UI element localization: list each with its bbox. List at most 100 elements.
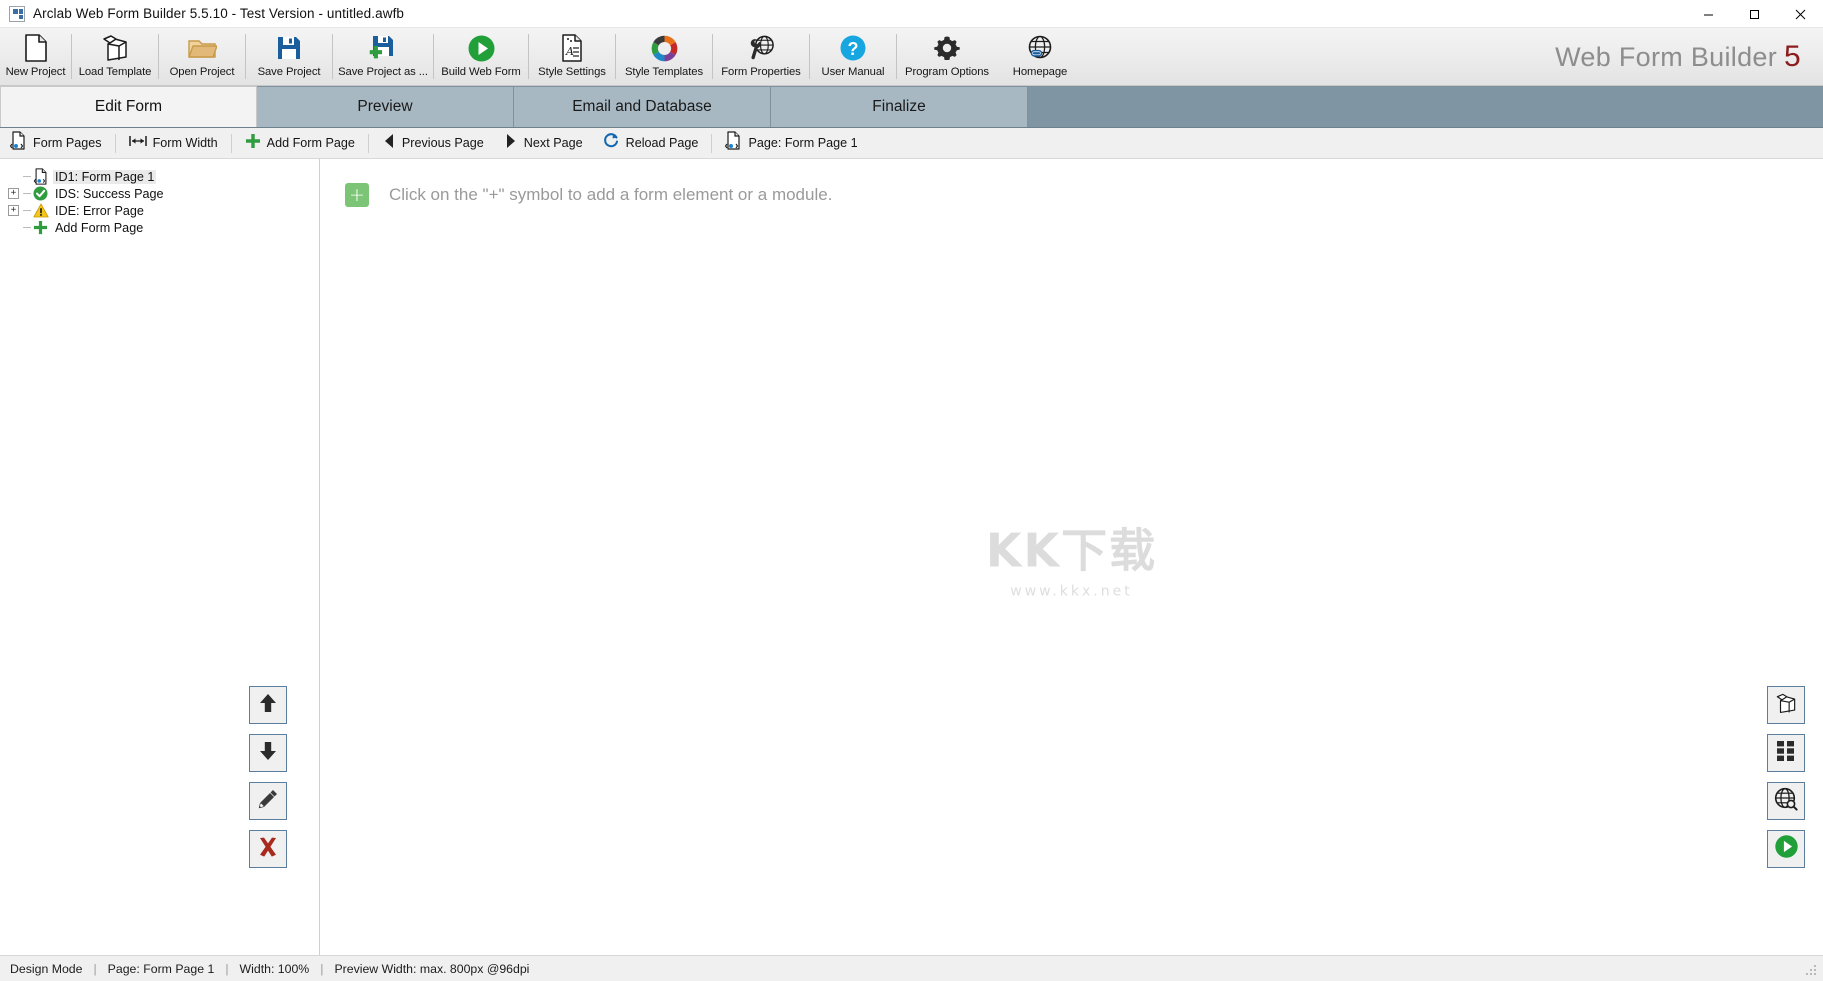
- toolbar-label: Save Project as ...: [338, 66, 428, 78]
- subtoolbar-divider: [114, 133, 116, 153]
- minimize-button[interactable]: [1685, 0, 1731, 28]
- load-template-button[interactable]: [1767, 686, 1805, 724]
- tab-label: Edit Form: [94, 98, 163, 115]
- add-form-page-button[interactable]: Add Form Page: [235, 128, 365, 159]
- globe-link-icon: [1026, 33, 1054, 63]
- reload-circle-icon: [603, 132, 620, 154]
- previous-page-button[interactable]: Previous Page: [372, 128, 494, 159]
- tab-email-and-database[interactable]: Email and Database: [514, 86, 771, 127]
- success-check-icon: [32, 186, 49, 201]
- expander-icon[interactable]: +: [8, 188, 19, 199]
- subtoolbar-label: Form Pages: [33, 136, 102, 150]
- save-project-as-button[interactable]: Save Project as ...: [333, 28, 433, 85]
- svg-text:?: ?: [848, 39, 859, 59]
- main-toolbar: New Project Load Template Open Project S…: [0, 28, 1823, 86]
- toolbar-label: Homepage: [1012, 66, 1068, 78]
- tree-connector: ─: [23, 221, 31, 234]
- question-help-icon: ?: [839, 33, 867, 63]
- form-properties-button[interactable]: Form Properties: [713, 28, 809, 85]
- load-template-button[interactable]: Load Template: [72, 28, 158, 85]
- toolbar-label: Style Settings: [538, 66, 606, 78]
- build-button[interactable]: [1767, 830, 1805, 868]
- toolbar-label: Save Project: [257, 66, 321, 78]
- form-width-button[interactable]: Form Width: [119, 128, 228, 159]
- delete-button[interactable]: [249, 830, 287, 868]
- window-title: Arclab Web Form Builder 5.5.10 - Test Ve…: [33, 6, 405, 21]
- subtoolbar-label: Page: Form Page 1: [748, 136, 858, 150]
- element-actions-toolbar: [249, 686, 287, 868]
- svg-text:A: A: [565, 45, 574, 58]
- homepage-button[interactable]: Homepage: [997, 28, 1083, 85]
- subtoolbar-label: Previous Page: [401, 136, 484, 150]
- status-bar: Design Mode | Page: Form Page 1 | Width:…: [0, 955, 1823, 981]
- brand-logo: Web Form Builder 5: [1555, 40, 1801, 74]
- add-element-button[interactable]: +: [345, 183, 369, 207]
- tab-label: Finalize: [872, 98, 926, 115]
- open-project-button[interactable]: Open Project: [159, 28, 245, 85]
- app-icon: [9, 5, 25, 22]
- preview-web-button[interactable]: [1767, 782, 1805, 820]
- secondary-toolbar: Form Pages Form Width Add Form Page Prev…: [0, 128, 1823, 159]
- form-pages-button[interactable]: Form Pages: [0, 128, 112, 159]
- tab-edit-form[interactable]: Edit Form: [0, 86, 257, 127]
- page-icon: [23, 33, 49, 63]
- status-page: Page: Form Page 1: [107, 961, 215, 976]
- subtoolbar-label: Add Form Page: [266, 136, 355, 150]
- tab-bar: Edit Form Preview Email and Database Fin…: [0, 86, 1823, 128]
- form-page-icon: [725, 131, 742, 155]
- tab-preview[interactable]: Preview: [257, 86, 514, 127]
- style-templates-button[interactable]: Style Templates: [616, 28, 712, 85]
- toolbar-label: New Project: [5, 66, 66, 78]
- expander-icon[interactable]: +: [8, 205, 19, 216]
- watermark-sub-text: www.kkx.net: [1010, 583, 1133, 600]
- green-plus-icon: [245, 133, 261, 154]
- form-canvas[interactable]: + Click on the "+" symbol to add a form …: [320, 159, 1823, 955]
- reload-page-button[interactable]: Reload Page: [593, 128, 709, 159]
- status-preview-width: Preview Width: max. 800px @96dpi: [334, 961, 530, 976]
- program-options-button[interactable]: Program Options: [897, 28, 997, 85]
- red-x-icon: [257, 836, 279, 863]
- new-project-button[interactable]: New Project: [0, 28, 71, 85]
- resize-grip[interactable]: [1805, 962, 1819, 976]
- current-page-indicator[interactable]: Page: Form Page 1: [715, 128, 867, 159]
- tree-item-form-page-1[interactable]: ─ ID1: Form Page 1: [0, 168, 319, 185]
- window-controls: [1685, 0, 1823, 28]
- modules-button[interactable]: [1767, 734, 1805, 772]
- globe-search-icon: [1774, 787, 1798, 816]
- style-document-icon: A: [559, 33, 585, 63]
- tree-item-error-page[interactable]: + ─ IDE: Error Page: [0, 202, 319, 219]
- subtoolbar-divider: [230, 133, 232, 153]
- toolbar-label: Load Template: [78, 66, 152, 78]
- canvas-placeholder: + Click on the "+" symbol to add a form …: [345, 183, 1823, 207]
- title-bar: Arclab Web Form Builder 5.5.10 - Test Ve…: [0, 0, 1823, 28]
- close-button[interactable]: [1777, 0, 1823, 28]
- move-up-button[interactable]: [249, 686, 287, 724]
- template-box-icon: [100, 33, 130, 63]
- brand-text: Web Form Builder: [1555, 41, 1777, 72]
- subtoolbar-label: Reload Page: [625, 136, 699, 150]
- tree-connector: ─: [23, 187, 31, 200]
- style-settings-button[interactable]: A Style Settings: [529, 28, 615, 85]
- save-project-button[interactable]: Save Project: [246, 28, 332, 85]
- tab-finalize[interactable]: Finalize: [771, 86, 1028, 127]
- tree-item-label: IDE: Error Page: [55, 203, 144, 218]
- brand-version-number: 5: [1784, 39, 1801, 73]
- status-separator: |: [225, 961, 229, 976]
- form-page-icon: [9, 131, 27, 155]
- arrow-down-icon: [258, 740, 278, 767]
- tree-connector: ─: [23, 204, 31, 217]
- grid-icon: [1776, 740, 1796, 767]
- move-down-button[interactable]: [249, 734, 287, 772]
- template-box-icon: [1774, 692, 1798, 719]
- user-manual-button[interactable]: ? User Manual: [810, 28, 896, 85]
- floppy-disk-icon: [276, 33, 302, 63]
- build-web-form-button[interactable]: Build Web Form: [434, 28, 528, 85]
- status-mode: Design Mode: [10, 961, 83, 976]
- subtoolbar-label: Form Width: [152, 136, 218, 150]
- tree-item-success-page[interactable]: + ─ IDS: Success Page: [0, 185, 319, 202]
- workspace: ─ ID1: Form Page 1 + ─ IDS: Success Page…: [0, 159, 1823, 955]
- next-page-button[interactable]: Next Page: [494, 128, 593, 159]
- tree-item-add-form-page[interactable]: ─ Add Form Page: [0, 219, 319, 236]
- edit-button[interactable]: [249, 782, 287, 820]
- maximize-button[interactable]: [1731, 0, 1777, 28]
